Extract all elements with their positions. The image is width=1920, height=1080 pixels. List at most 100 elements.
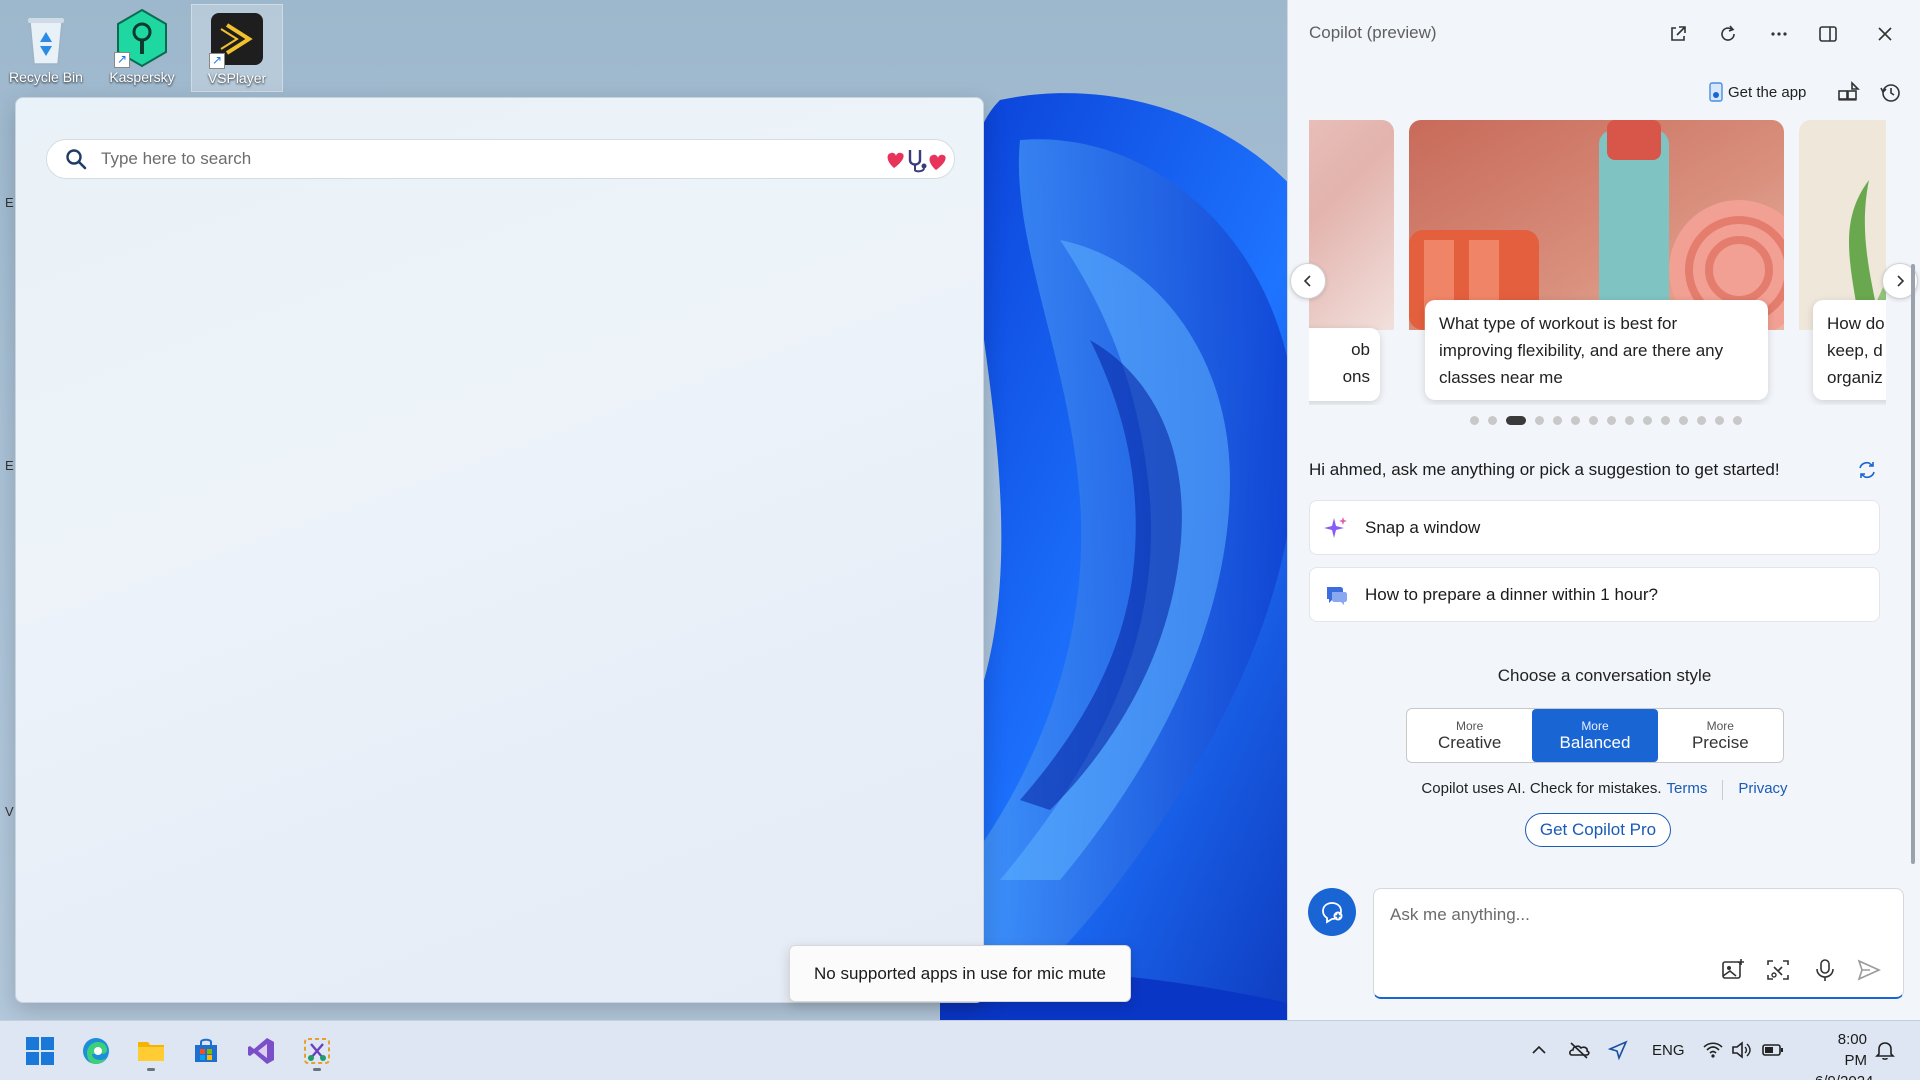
carousel-dot[interactable] [1715, 416, 1724, 425]
desktop-icon-label: Kaspersky [109, 69, 175, 85]
carousel-dot[interactable] [1625, 416, 1634, 425]
refresh-button[interactable] [1711, 17, 1745, 51]
conversation-style-title: Choose a conversation style [1497, 666, 1712, 685]
onedrive-offline-icon[interactable] [1568, 1039, 1590, 1061]
edge-icon [83, 1038, 109, 1064]
vsplayer-icon: ↗ [207, 9, 267, 69]
get-copilot-pro-button[interactable]: Get Copilot Pro [1525, 813, 1671, 847]
carousel-dot[interactable] [1506, 416, 1526, 425]
carousel-dot[interactable] [1697, 416, 1706, 425]
shortcut-arrow-icon: ↗ [209, 53, 225, 69]
style-precise-button[interactable]: More Precise [1658, 709, 1783, 762]
search-panel [15, 97, 984, 1003]
terms-link[interactable]: Terms [1667, 780, 1708, 800]
card-caption: What type of workout is best for improvi… [1425, 300, 1768, 400]
carousel-dot[interactable] [1470, 416, 1479, 425]
scrollbar[interactable] [1911, 264, 1915, 864]
taskbar-file-explorer[interactable] [131, 1031, 171, 1071]
card-caption-line: How do [1827, 314, 1885, 333]
refresh-suggestions-icon[interactable] [1855, 458, 1879, 482]
chevron-right-icon [1897, 275, 1905, 287]
carousel-dot[interactable] [1488, 416, 1497, 425]
ask-input[interactable] [1390, 905, 1870, 925]
edge-letter: V [5, 804, 14, 819]
volume-icon[interactable] [1730, 1039, 1752, 1061]
carousel-dot[interactable] [1733, 416, 1742, 425]
taskbar-store[interactable] [186, 1031, 226, 1071]
plugins-icon[interactable] [1836, 80, 1862, 106]
recycle-bin-icon [16, 8, 76, 68]
card-caption: How do keep, d organiz [1813, 300, 1886, 400]
taskbar-snipping-tool[interactable] [297, 1031, 337, 1071]
desktop-icon-label: Recycle Bin [9, 69, 83, 85]
carousel-dots [1288, 416, 1920, 425]
get-the-app-link[interactable]: Get the app [1708, 82, 1806, 102]
carousel-dot[interactable] [1679, 416, 1688, 425]
open-in-new-window-button[interactable] [1661, 17, 1695, 51]
wifi-icon[interactable] [1702, 1039, 1724, 1061]
folder-icon [138, 1042, 164, 1061]
suggestion-dinner[interactable]: How to prepare a dinner within 1 hour? [1309, 567, 1880, 622]
new-topic-button[interactable] [1308, 888, 1356, 936]
privacy-link[interactable]: Privacy [1738, 780, 1787, 800]
phone-icon [1709, 82, 1723, 102]
carousel-card[interactable]: What type of workout is best for improvi… [1409, 120, 1784, 405]
microphone-icon[interactable] [1812, 957, 1838, 983]
style-label-line1: More [1455, 718, 1484, 733]
desktop-icon-kaspersky[interactable]: ↗ Kaspersky [96, 4, 188, 92]
carousel-dot[interactable] [1553, 416, 1562, 425]
carousel-dot[interactable] [1607, 416, 1616, 425]
divider [1722, 780, 1724, 800]
battery-icon[interactable] [1762, 1039, 1784, 1061]
style-creative-button[interactable]: More Creative [1407, 709, 1532, 762]
search-box[interactable] [46, 139, 955, 179]
card-caption-line: What type of workout is best for [1439, 314, 1678, 333]
desktop-icon-vsplayer[interactable]: ↗ VSPlayer [191, 4, 283, 92]
add-image-icon[interactable] [1720, 957, 1746, 983]
screenshot-icon[interactable] [1765, 957, 1791, 983]
desktop-icon-label: VSPlayer [207, 70, 267, 86]
close-button[interactable] [1868, 17, 1902, 51]
open-external-icon [1671, 26, 1686, 41]
carousel-dot[interactable] [1589, 416, 1598, 425]
desktop-icon-recycle-bin[interactable]: Recycle Bin [0, 4, 92, 92]
carousel-card[interactable]: ob ons [1309, 120, 1394, 405]
location-icon[interactable] [1607, 1039, 1629, 1061]
taskbar: ENG 8:00 PM 6/9/2024 [0, 1020, 1920, 1080]
search-input[interactable] [101, 149, 881, 169]
carousel-dot[interactable] [1643, 416, 1652, 425]
dock-panel-button[interactable] [1811, 17, 1845, 51]
language-indicator[interactable]: ENG [1652, 1042, 1685, 1059]
suggestion-snap-window[interactable]: Snap a window [1309, 500, 1880, 555]
taskbar-edge[interactable] [76, 1031, 116, 1071]
edge-letter: E [5, 195, 14, 210]
clock[interactable]: 8:00 PM 6/9/2024 [1815, 1029, 1873, 1080]
card-caption-line: improving flexibility, and are there any [1439, 341, 1724, 360]
carousel-prev-button[interactable] [1290, 263, 1326, 299]
start-button[interactable] [20, 1031, 60, 1071]
clock-date: 6/9/2024 [1815, 1071, 1873, 1080]
send-icon[interactable] [1856, 957, 1882, 983]
more-options-button[interactable] [1762, 17, 1796, 51]
style-label-line1: More [1706, 718, 1734, 733]
carousel-card[interactable]: How do keep, d organiz [1799, 120, 1886, 405]
style-balanced-button[interactable]: More Balanced [1532, 709, 1658, 762]
shortcut-arrow-icon: ↗ [114, 52, 130, 68]
ask-box [1373, 888, 1904, 999]
suggestion-carousel: ob ons What type of workout is best for … [1309, 120, 1886, 410]
style-label-line2: Precise [1691, 732, 1749, 752]
kaspersky-icon: ↗ [112, 8, 172, 68]
mic-mute-toast: No supported apps in use for mic mute [789, 945, 1131, 1002]
notification-bell-icon[interactable] [1874, 1039, 1896, 1061]
disclaimer-text: Copilot uses AI. Check for mistakes. [1421, 780, 1662, 797]
history-icon[interactable] [1878, 80, 1904, 106]
carousel-dot[interactable] [1661, 416, 1670, 425]
running-indicator [313, 1068, 321, 1071]
running-indicator [147, 1068, 155, 1071]
search-highlight-doodle-icon[interactable] [884, 146, 948, 174]
conversation-style-selector: More Creative More Balanced More Precise [1406, 708, 1784, 763]
carousel-dot[interactable] [1571, 416, 1580, 425]
carousel-dot[interactable] [1535, 416, 1544, 425]
chevron-up-icon[interactable] [1528, 1039, 1550, 1061]
taskbar-visual-studio[interactable] [241, 1031, 281, 1071]
